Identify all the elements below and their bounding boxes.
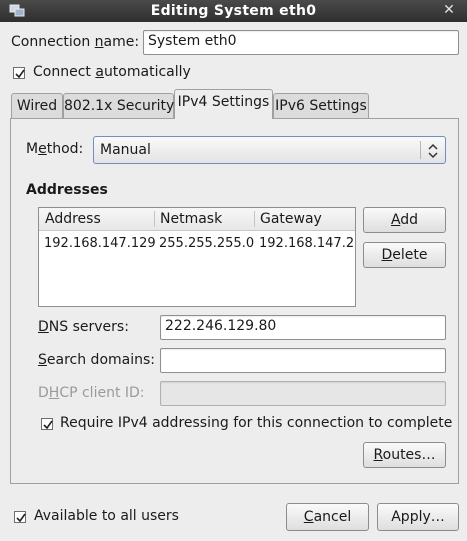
connect-automatically-label-mnemonic: a <box>95 64 104 80</box>
add-button-label: dd <box>400 212 419 228</box>
addresses-table[interactable]: Address Netmask Gateway 192.168.147.129 … <box>38 207 356 307</box>
dhcp-label-part: CP client ID: <box>59 385 145 401</box>
require-ipv4-checkbox[interactable] <box>41 418 53 430</box>
cell-netmask: 255.255.255.0 <box>159 236 255 251</box>
cell-gateway: 192.168.147.2 <box>259 236 355 251</box>
tab-ipv4-settings[interactable]: IPv4 Settings <box>174 89 273 119</box>
dns-servers-field[interactable]: 222.246.129.80 <box>160 315 446 340</box>
delete-button-mnemonic: D <box>381 247 393 263</box>
method-select-value: Manual <box>100 142 151 158</box>
apply-button[interactable]: Apply… <box>377 503 459 531</box>
connection-name-label-mnemonic: n <box>94 34 104 50</box>
tab-label: 802.1x Security <box>64 98 175 114</box>
window-title: Editing System eth0 <box>150 3 317 19</box>
checkmark-icon <box>43 420 53 430</box>
require-ipv4-label: Require IPv4 addressing for this connect… <box>60 415 453 431</box>
connection-name-label-part: Connection <box>11 34 95 50</box>
method-select[interactable]: Manual <box>93 136 446 164</box>
routes-button[interactable]: Routes… <box>363 442 446 468</box>
addresses-table-header: Address Netmask Gateway <box>39 208 355 231</box>
checkmark-icon <box>16 513 26 523</box>
tab-wired[interactable]: Wired <box>11 93 63 119</box>
checkmark-icon <box>15 69 25 79</box>
cancel-button[interactable]: Cancel <box>286 503 369 531</box>
up-down-arrows-icon <box>427 143 439 159</box>
connect-automatically-label-part: utomatically <box>103 64 191 80</box>
table-row[interactable]: 192.168.147.129 255.255.255.0 192.168.14… <box>39 232 355 254</box>
addresses-heading: Addresses <box>26 182 108 198</box>
search-domains-label: Search domains: <box>38 352 155 368</box>
edit-connection-window: Editing System eth0 ✕ Connection name: S… <box>0 0 467 541</box>
tab-ipv6-settings[interactable]: IPv6 Settings <box>273 93 369 119</box>
connect-automatically-label-part: Connect <box>33 64 96 80</box>
connect-automatically-label: Connect automatically <box>33 64 191 80</box>
column-header-gateway[interactable]: Gateway <box>260 211 322 227</box>
tab-label: Wired <box>16 98 58 114</box>
combo-separator <box>420 141 421 159</box>
delete-button-label: elete <box>392 247 428 263</box>
dns-label-part: NS servers: <box>48 319 129 335</box>
tab-label: IPv4 Settings <box>177 94 270 110</box>
column-header-address[interactable]: Address <box>45 211 101 227</box>
dns-label-mnemonic: D <box>38 319 49 335</box>
dhcp-label-mnemonic: H <box>48 385 60 401</box>
search-domains-label-mnemonic: S <box>38 352 47 368</box>
dns-servers-label: DNS servers: <box>38 319 129 335</box>
dhcp-client-id-field <box>160 381 446 406</box>
cell-address: 192.168.147.129 <box>44 236 156 251</box>
method-label: Method: <box>26 141 83 157</box>
routes-button-label: outes… <box>382 447 436 463</box>
method-label-part: M <box>26 141 39 157</box>
method-label-mnemonic: e <box>38 141 47 157</box>
connect-automatically-checkbox[interactable] <box>13 67 25 79</box>
tab-802-1x-security[interactable]: 802.1x Security <box>63 93 174 119</box>
cancel-button-mnemonic: C <box>303 509 314 525</box>
close-icon[interactable]: ✕ <box>441 2 457 18</box>
search-domains-label-part: earch domains: <box>46 352 155 368</box>
method-label-part: thod: <box>46 141 84 157</box>
cancel-button-label: ancel <box>313 509 352 525</box>
dhcp-label-part: D <box>38 385 49 401</box>
dhcp-client-id-label: DHCP client ID: <box>38 385 145 401</box>
add-address-button[interactable]: Add <box>363 207 446 233</box>
connection-name-label-part: ame: <box>103 34 140 50</box>
delete-address-button[interactable]: Delete <box>363 242 446 268</box>
add-button-mnemonic: A <box>390 212 401 228</box>
title-bar[interactable]: Editing System eth0 ✕ <box>0 0 467 22</box>
connection-name-field[interactable]: System eth0 <box>143 30 459 55</box>
connection-name-label: Connection name: <box>11 34 139 50</box>
available-to-all-users-checkbox[interactable] <box>14 511 26 523</box>
tab-label: IPv6 Settings <box>275 98 367 114</box>
search-domains-field[interactable] <box>160 348 446 373</box>
routes-button-mnemonic: R <box>373 447 383 463</box>
apply-button-label: Apply… <box>391 509 445 525</box>
column-separator <box>254 211 255 227</box>
available-to-all-users-label: Available to all users <box>34 508 179 524</box>
column-header-netmask[interactable]: Netmask <box>160 211 222 227</box>
column-separator <box>154 211 155 227</box>
